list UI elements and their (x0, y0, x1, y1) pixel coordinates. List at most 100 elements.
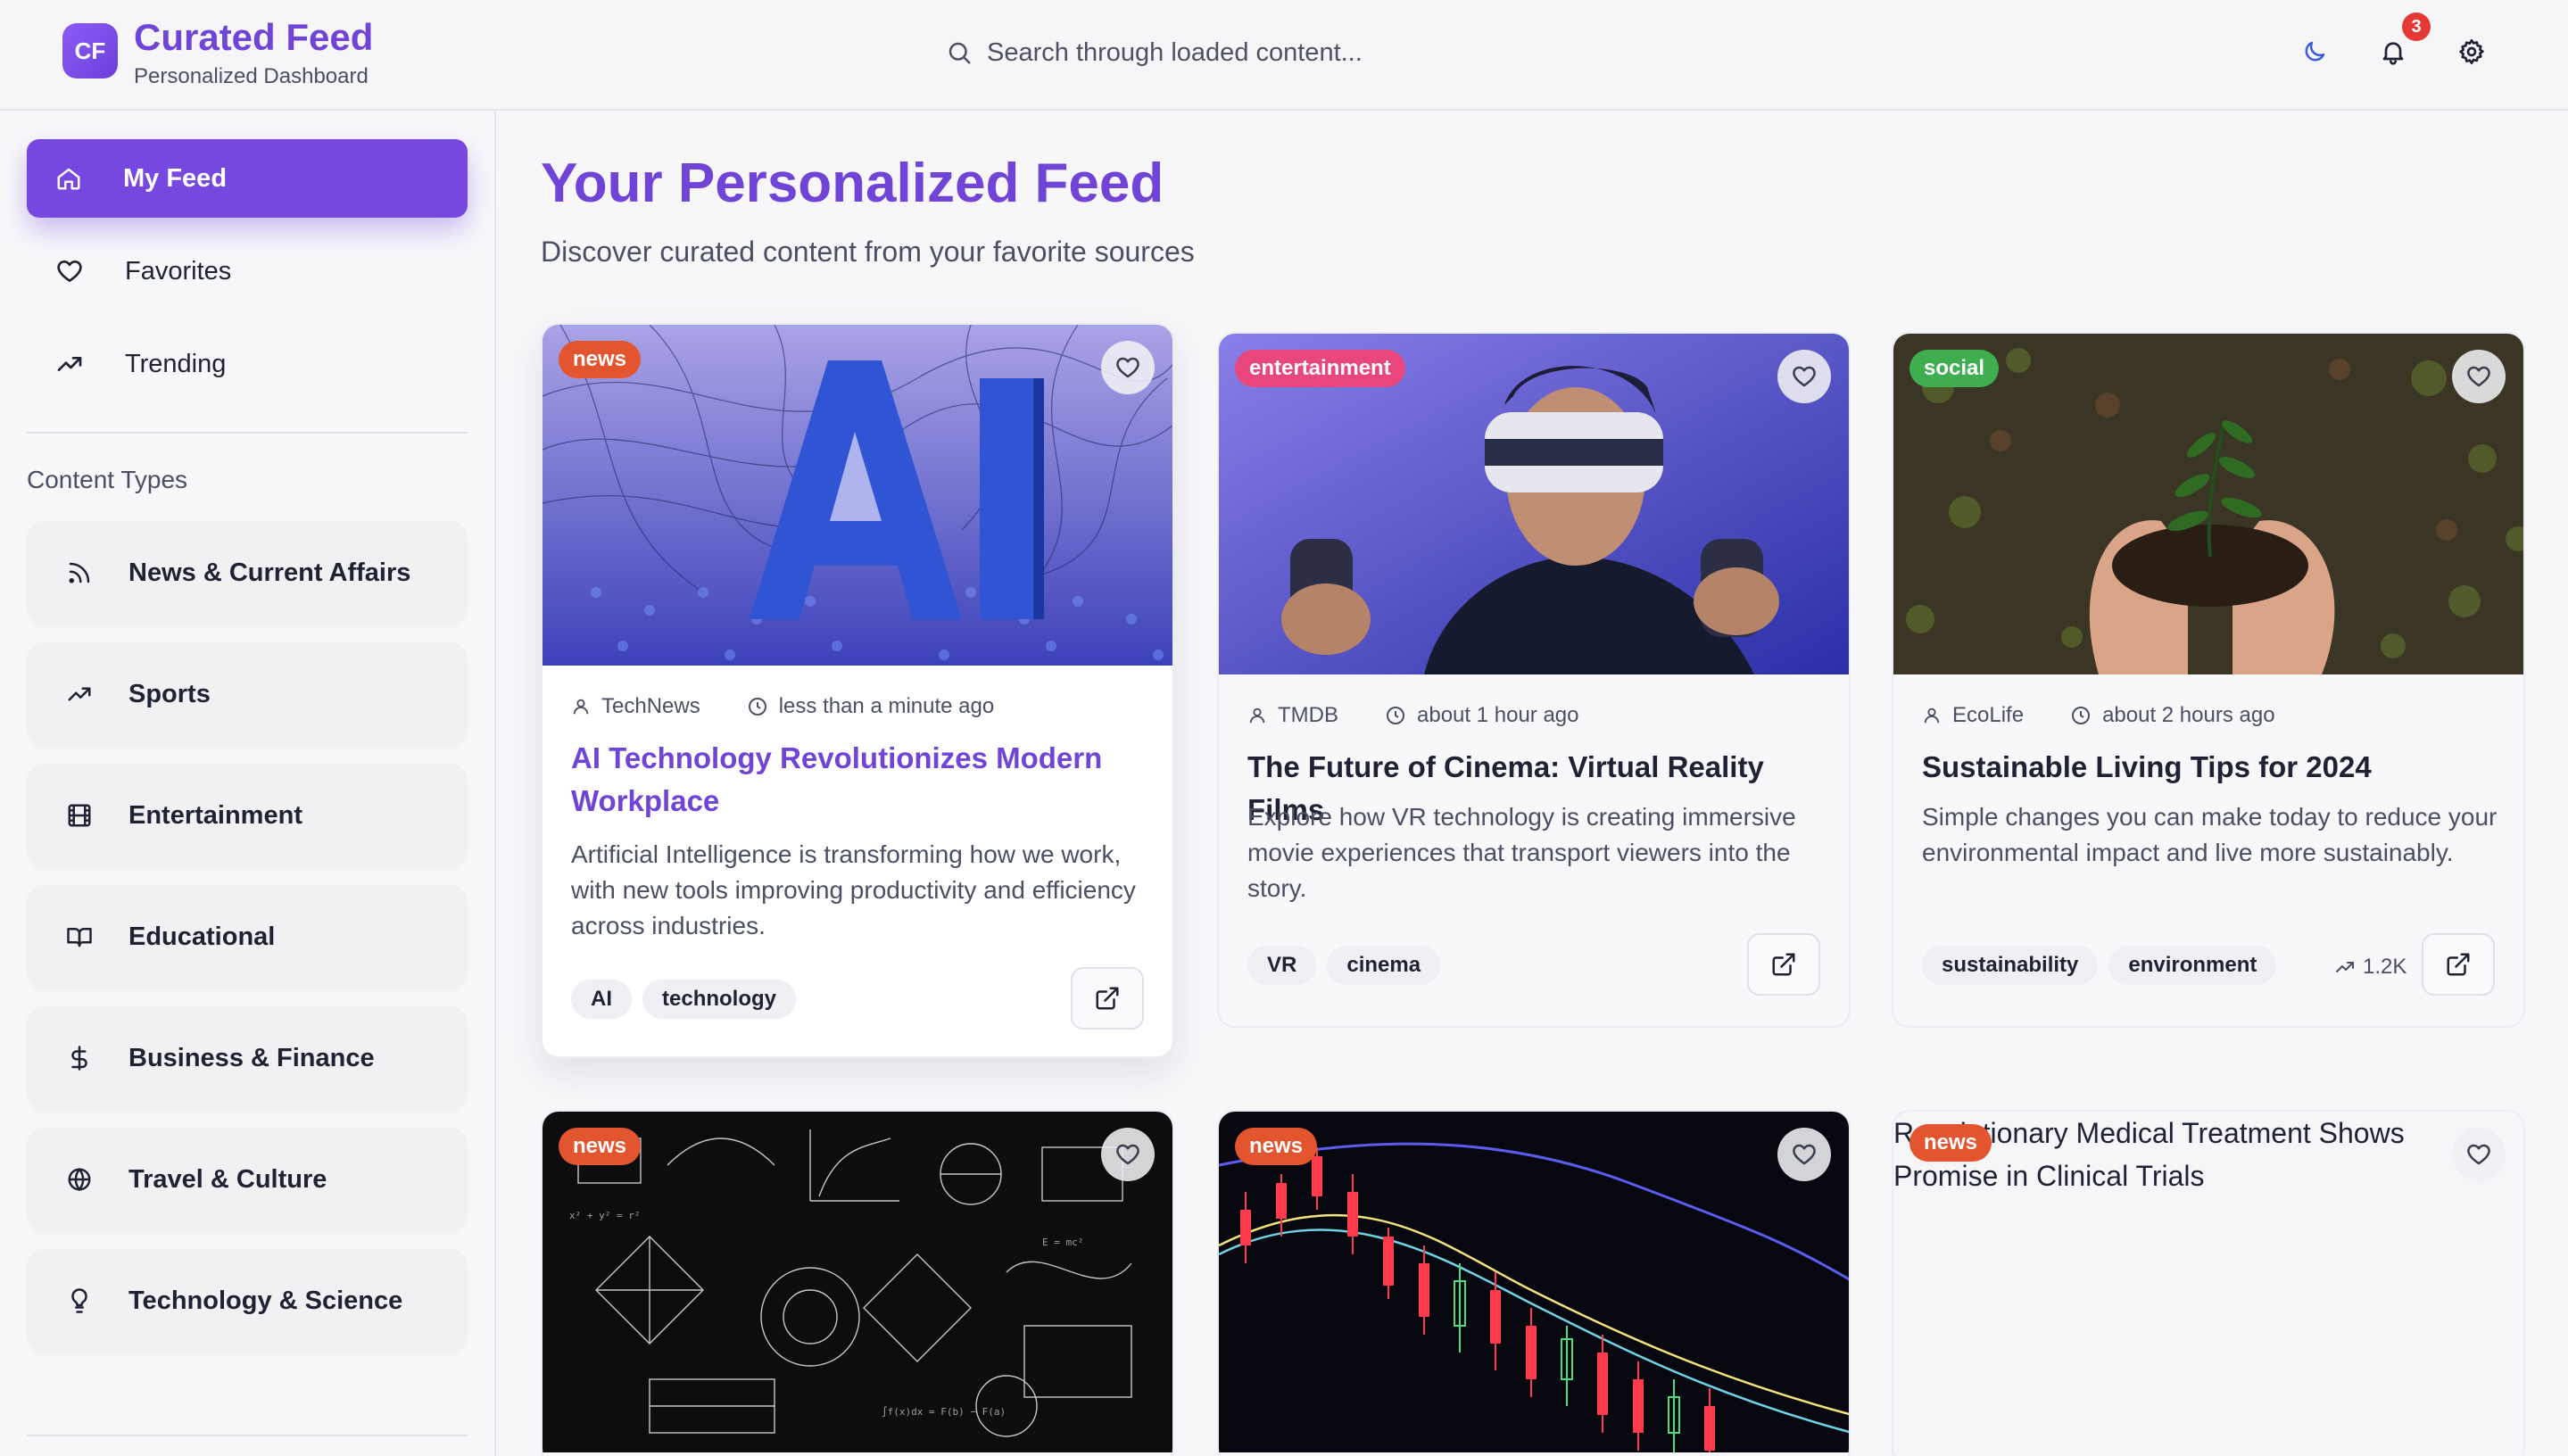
heart-icon (2465, 363, 2492, 390)
content-type-label: Technology & Science (128, 1286, 403, 1315)
heart-icon (2465, 1141, 2492, 1168)
clock-icon (747, 696, 768, 717)
search-input[interactable] (987, 37, 1469, 68)
gear-icon[interactable] (2452, 32, 2491, 71)
card-tags: VR cinema (1247, 946, 1441, 985)
stock-chart-photo (1219, 1112, 1849, 1452)
page-title: Your Personalized Feed (541, 153, 1164, 214)
card-image[interactable]: news (1219, 1112, 1849, 1452)
open-link-button[interactable] (1071, 967, 1144, 1030)
content-type-label: Sports (128, 679, 211, 708)
favorite-button[interactable] (2452, 1128, 2506, 1181)
open-link-button[interactable] (1747, 933, 1820, 996)
feed-card[interactable]: entertainment TMDB about 1 hour ago The … (1217, 332, 1851, 1028)
app-subtitle: Personalized Dashboard (134, 64, 369, 88)
search-icon (946, 39, 973, 66)
content-type-entertainment[interactable]: Entertainment (27, 764, 468, 867)
category-badge: news (559, 341, 642, 378)
card-description: Simple changes you can make today to red… (1922, 803, 2498, 866)
tag[interactable]: cinema (1327, 946, 1441, 985)
category-badge: news (1235, 1128, 1318, 1165)
tag[interactable]: AI (571, 980, 632, 1019)
notification-count-badge: 3 (2402, 12, 2431, 41)
content-types-heading: Content Types (27, 466, 188, 493)
card-title[interactable]: Sustainable Living Tips for 2024 (1922, 746, 2502, 789)
content-type-travel[interactable]: Travel & Culture (27, 1128, 468, 1231)
favorite-button[interactable] (1777, 350, 1831, 403)
logo-badge[interactable]: CF (62, 23, 118, 79)
card-meta: TMDB about 1 hour ago (1247, 703, 1579, 728)
content-type-sports[interactable]: Sports (27, 642, 468, 746)
user-icon (1247, 706, 1267, 725)
heart-icon (1791, 363, 1818, 390)
nav-item-favorites[interactable]: Favorites (27, 232, 468, 310)
feed-card[interactable]: news TechNews less than a minute ago AI … (541, 323, 1174, 1058)
tag[interactable]: VR (1247, 946, 1317, 985)
trending-up-icon (55, 350, 84, 378)
favorite-button[interactable] (1777, 1128, 1831, 1181)
card-author: TMDB (1278, 703, 1338, 727)
category-badge: news (1909, 1124, 1992, 1162)
nav-label: Favorites (125, 256, 232, 285)
nav-item-trending[interactable]: Trending (27, 325, 468, 403)
search-bar[interactable] (946, 32, 1481, 73)
dollar-icon (66, 1045, 93, 1071)
external-link-icon (1094, 985, 1121, 1012)
content-type-label: Travel & Culture (128, 1164, 327, 1194)
sidebar-divider (27, 432, 468, 434)
tag[interactable]: sustainability (1922, 946, 2099, 985)
card-time: about 2 hours ago (2102, 703, 2275, 727)
card-meta: TechNews less than a minute ago (571, 694, 994, 719)
content-type-technology[interactable]: Technology & Science (27, 1249, 468, 1353)
card-image[interactable]: news (543, 325, 1172, 666)
card-title[interactable]: AI Technology Revolutionizes Modern Work… (571, 737, 1151, 823)
nav-label: Trending (125, 349, 227, 378)
content-type-educational[interactable]: Educational (27, 885, 468, 989)
book-icon (66, 923, 93, 950)
card-description: Explore how VR technology is creating im… (1247, 803, 1796, 902)
moon-icon[interactable] (2295, 32, 2334, 71)
heart-icon (55, 257, 84, 285)
page-subtitle: Discover curated content from your favor… (541, 236, 1195, 268)
card-tags: AI technology (571, 980, 797, 1019)
open-link-button[interactable] (2422, 933, 2495, 996)
heart-icon (1114, 1141, 1141, 1168)
sidebar: My Feed Favorites Trending Content Types… (0, 111, 496, 1456)
card-meta: EcoLife about 2 hours ago (1922, 703, 2275, 728)
tag[interactable]: technology (642, 980, 797, 1019)
user-icon (571, 697, 591, 716)
trending-up-icon (66, 681, 93, 707)
nav-label: My Feed (123, 163, 228, 193)
trend-count: 1.2K (2334, 955, 2406, 980)
nav-item-my-feed[interactable]: My Feed (27, 139, 468, 218)
content-type-business[interactable]: Business & Finance (27, 1006, 468, 1110)
feed-card[interactable]: Revolutionary Medical Treatment Shows Pr… (1892, 1110, 2525, 1456)
category-badge: social (1909, 350, 2000, 387)
svg-text:x² + y² = r²: x² + y² = r² (569, 1210, 640, 1221)
category-badge: entertainment (1235, 350, 1405, 387)
user-icon (1922, 706, 1942, 725)
feed-card[interactable]: ∫f(x)dx = F(b) − F(a) x² + y² = r² E = m… (541, 1110, 1174, 1456)
favorite-button[interactable] (1101, 1128, 1155, 1181)
clock-icon (1385, 705, 1406, 726)
card-image[interactable]: ∫f(x)dx = F(b) − F(a) x² + y² = r² E = m… (543, 1112, 1172, 1452)
feed-card[interactable]: news (1217, 1110, 1851, 1456)
heart-icon (1114, 354, 1141, 381)
favorite-button[interactable] (2452, 350, 2506, 403)
card-time: about 1 hour ago (1417, 703, 1579, 727)
app-title[interactable]: Curated Feed (134, 16, 373, 59)
home-icon (55, 165, 82, 192)
content-type-news[interactable]: News & Current Affairs (27, 521, 468, 625)
favorite-button[interactable] (1101, 341, 1155, 394)
card-image[interactable]: Revolutionary Medical Treatment Shows Pr… (1893, 1112, 2523, 1452)
feed-card[interactable]: social EcoLife about 2 hours ago Sustain… (1892, 332, 2525, 1028)
globe-icon (66, 1166, 93, 1193)
card-image[interactable]: entertainment (1219, 334, 1849, 674)
content-type-label: Entertainment (128, 800, 302, 830)
card-image[interactable]: social (1893, 334, 2523, 674)
tag[interactable]: environment (2108, 946, 2277, 985)
trending-up-icon (2334, 956, 2356, 978)
category-badge: news (559, 1128, 642, 1165)
content-type-label: Educational (128, 922, 276, 951)
svg-text:∫f(x)dx = F(b) − F(a): ∫f(x)dx = F(b) − F(a) (882, 1406, 1006, 1418)
